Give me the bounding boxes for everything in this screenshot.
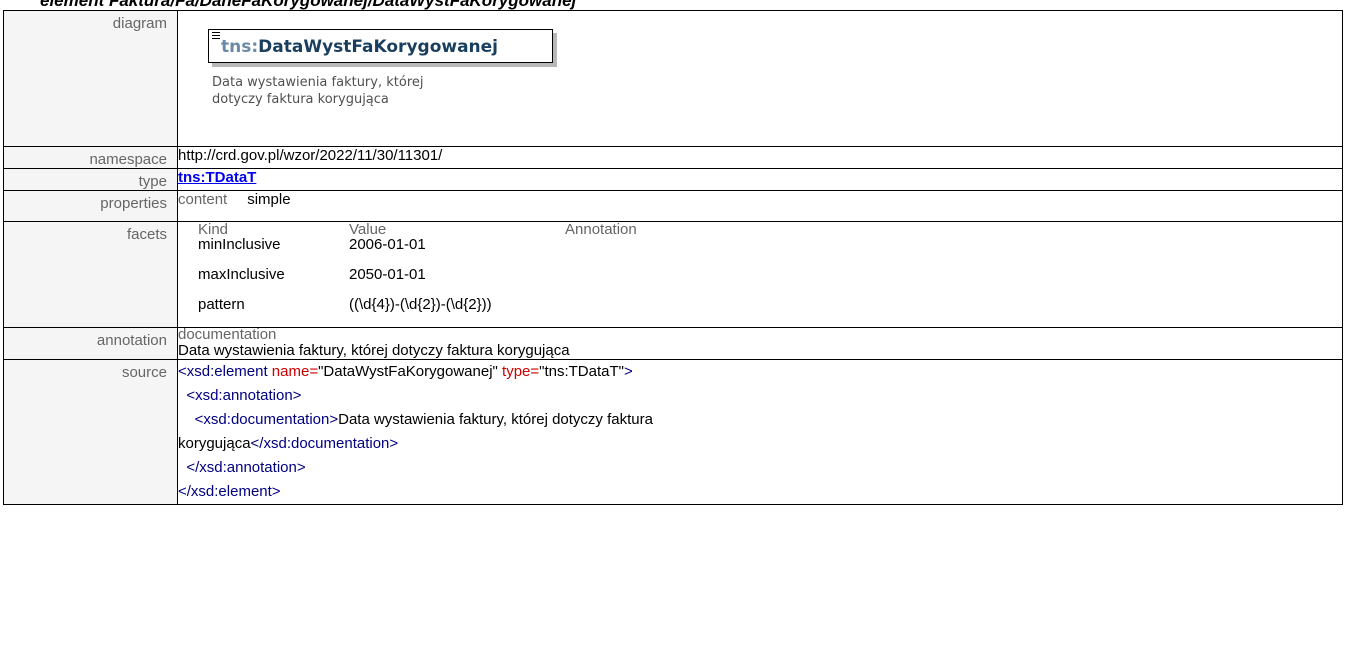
label-namespace: namespace <box>3 146 178 169</box>
annotation-value: Data wystawienia faktury, której dotyczy… <box>178 342 570 359</box>
label-type: type <box>3 168 178 191</box>
facet-value: 2050-01-01 <box>349 266 426 283</box>
annotation-key: documentation <box>178 326 277 343</box>
element-lines-icon <box>212 32 220 41</box>
label-diagram: diagram <box>3 10 178 147</box>
label-source: source <box>3 359 178 505</box>
facets-table: Kind Value Annotation minInclusive 2006-… <box>192 221 647 327</box>
type-cell: tns:TDataT <box>177 168 1343 191</box>
annotation-cell: documentation Data wystawienia faktury, … <box>177 326 1343 360</box>
element-namespace-prefix: tns: <box>221 37 259 57</box>
element-diagram-name: tns:DataWystFaKorygowanej <box>221 37 498 57</box>
element-local-name: DataWystFaKorygowanej <box>258 37 499 57</box>
row-type: type tns:TDataT <box>3 168 1343 191</box>
facets-header-annotation: Annotation <box>565 221 637 238</box>
src-tag: <xsd:annotation> <box>178 387 302 404</box>
facet-value: ((\d{4})-(\d{2})-(\d{2})) <box>349 296 492 313</box>
source-code: <xsd:element name="DataWystFaKorygowanej… <box>177 359 1343 505</box>
src-tag: <xsd:element <box>178 363 268 380</box>
properties-cell: content simple <box>177 190 1343 222</box>
element-diagram-box[interactable]: tns:DataWystFaKorygowanej <box>208 29 553 63</box>
facet-kind: maxInclusive <box>198 266 285 283</box>
row-properties: properties content simple <box>3 190 1343 222</box>
src-tag: <xsd:documentation> <box>178 411 339 428</box>
src-attr: name= <box>267 363 319 380</box>
label-annotation: annotation <box>3 327 178 360</box>
facets-header-value: Value <box>349 221 387 238</box>
property-value: simple <box>247 191 291 208</box>
src-text: korygująca <box>178 435 251 452</box>
facet-row: pattern ((\d{4})-(\d{2})-(\d{2})) <box>192 297 647 327</box>
facet-row: minInclusive 2006-01-01 <box>192 237 647 267</box>
facet-kind: pattern <box>198 296 245 313</box>
row-diagram: diagram tns:DataWystFaKorygowanej Data w… <box>3 10 1343 147</box>
diagram-cell: tns:DataWystFaKorygowanej Data wystawien… <box>177 10 1343 147</box>
src-tag: </xsd:element> <box>178 483 281 500</box>
facets-header-kind: Kind <box>198 221 229 238</box>
diagram-annotation-note: Data wystawienia faktury, której dotyczy… <box>212 74 432 108</box>
element-doc-table: diagram tns:DataWystFaKorygowanej Data w… <box>3 10 1343 505</box>
row-facets: facets Kind Value Annotation minInclusiv… <box>3 221 1343 328</box>
diagram-note-line: Data wystawienia faktury, której <box>212 75 424 90</box>
facets-header-row: Kind Value Annotation <box>192 221 647 238</box>
label-properties: properties <box>3 190 178 222</box>
label-facets: facets <box>3 221 178 328</box>
facet-value: 2006-01-01 <box>349 236 426 253</box>
src-attr-value: "tns:TDataT" <box>539 363 624 380</box>
facet-kind: minInclusive <box>198 236 281 253</box>
src-attr: type= <box>497 363 540 380</box>
src-attr-value: "DataWystFaKorygowanej" <box>318 363 498 380</box>
facets-cell: Kind Value Annotation minInclusive 2006-… <box>177 221 1343 328</box>
type-link[interactable]: tns:TDataT <box>178 169 256 186</box>
facet-row: maxInclusive 2050-01-01 <box>192 267 647 297</box>
row-namespace: namespace http://crd.gov.pl/wzor/2022/11… <box>3 146 1343 169</box>
row-annotation: annotation documentation Data wystawieni… <box>3 326 1343 360</box>
row-source: source <xsd:element name="DataWystFaKory… <box>3 359 1343 505</box>
property-key: content <box>178 191 228 208</box>
namespace-value: http://crd.gov.pl/wzor/2022/11/30/11301/ <box>177 146 1343 169</box>
src-tag: > <box>623 363 633 380</box>
src-text: Data wystawienia faktury, której dotyczy… <box>338 411 653 428</box>
src-tag: </xsd:documentation> <box>250 435 399 452</box>
src-tag: </xsd:annotation> <box>178 459 306 476</box>
diagram-note-line: dotyczy faktura korygująca <box>212 92 389 107</box>
